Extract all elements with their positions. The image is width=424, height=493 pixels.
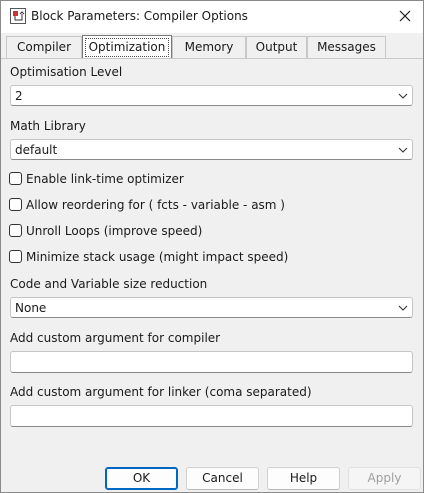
optimisation-level-value: 2 — [15, 89, 23, 103]
tab-divider — [1, 58, 423, 59]
tab-messages[interactable]: Messages — [307, 36, 386, 58]
block-parameters-icon — [10, 8, 26, 24]
title-bar: Block Parameters: Compiler Options — [1, 1, 423, 33]
tab-memory[interactable]: Memory — [172, 36, 246, 58]
allow-reordering-checkbox[interactable] — [9, 198, 22, 211]
close-icon — [399, 10, 411, 22]
minimize-stack-checkbox[interactable] — [9, 250, 22, 263]
close-button[interactable] — [391, 3, 419, 29]
size-reduction-select[interactable]: None — [10, 297, 413, 318]
minimize-stack-label: Minimize stack usage (might impact speed… — [26, 250, 289, 264]
cancel-button[interactable]: Cancel — [186, 467, 259, 490]
link-time-optimizer-label: Enable link-time optimizer — [26, 172, 184, 186]
link-time-optimizer-checkbox[interactable] — [9, 172, 22, 185]
unroll-loops-label: Unroll Loops (improve speed) — [26, 224, 203, 238]
optimisation-level-label: Optimisation Level — [10, 65, 123, 79]
linker-args-label: Add custom argument for linker (coma sep… — [10, 385, 312, 399]
math-library-label: Math Library — [10, 119, 86, 133]
linker-args-input[interactable] — [10, 405, 413, 427]
compiler-args-input[interactable] — [10, 351, 413, 373]
chevron-down-icon — [398, 147, 408, 153]
chevron-down-icon — [398, 305, 408, 311]
tab-output[interactable]: Output — [246, 36, 307, 58]
unroll-loops-checkbox[interactable] — [9, 224, 22, 237]
window-title: Block Parameters: Compiler Options — [31, 9, 248, 23]
size-reduction-value: None — [15, 301, 47, 315]
tab-bar: Compiler Optimization Memory Output Mess… — [6, 35, 419, 58]
chevron-down-icon — [398, 93, 408, 99]
apply-button[interactable]: Apply — [348, 467, 421, 490]
tab-label: Messages — [317, 40, 376, 54]
math-library-select[interactable]: default — [10, 139, 413, 160]
math-library-value: default — [15, 143, 58, 157]
dialog-window: Block Parameters: Compiler Options Compi… — [0, 0, 424, 493]
tab-optimization[interactable]: Optimization — [82, 35, 172, 58]
tab-label: Compiler — [16, 40, 71, 54]
help-button[interactable]: Help — [267, 467, 340, 490]
size-reduction-label: Code and Variable size reduction — [10, 277, 208, 291]
tab-label: Output — [255, 40, 298, 54]
allow-reordering-label: Allow reordering for ( fcts - variable -… — [26, 198, 285, 212]
optimisation-level-select[interactable]: 2 — [10, 85, 413, 106]
tab-label: Memory — [184, 40, 234, 54]
tab-compiler[interactable]: Compiler — [6, 36, 82, 58]
tab-label: Optimization — [85, 38, 169, 57]
ok-button[interactable]: OK — [105, 467, 178, 490]
compiler-args-label: Add custom argument for compiler — [10, 331, 221, 345]
